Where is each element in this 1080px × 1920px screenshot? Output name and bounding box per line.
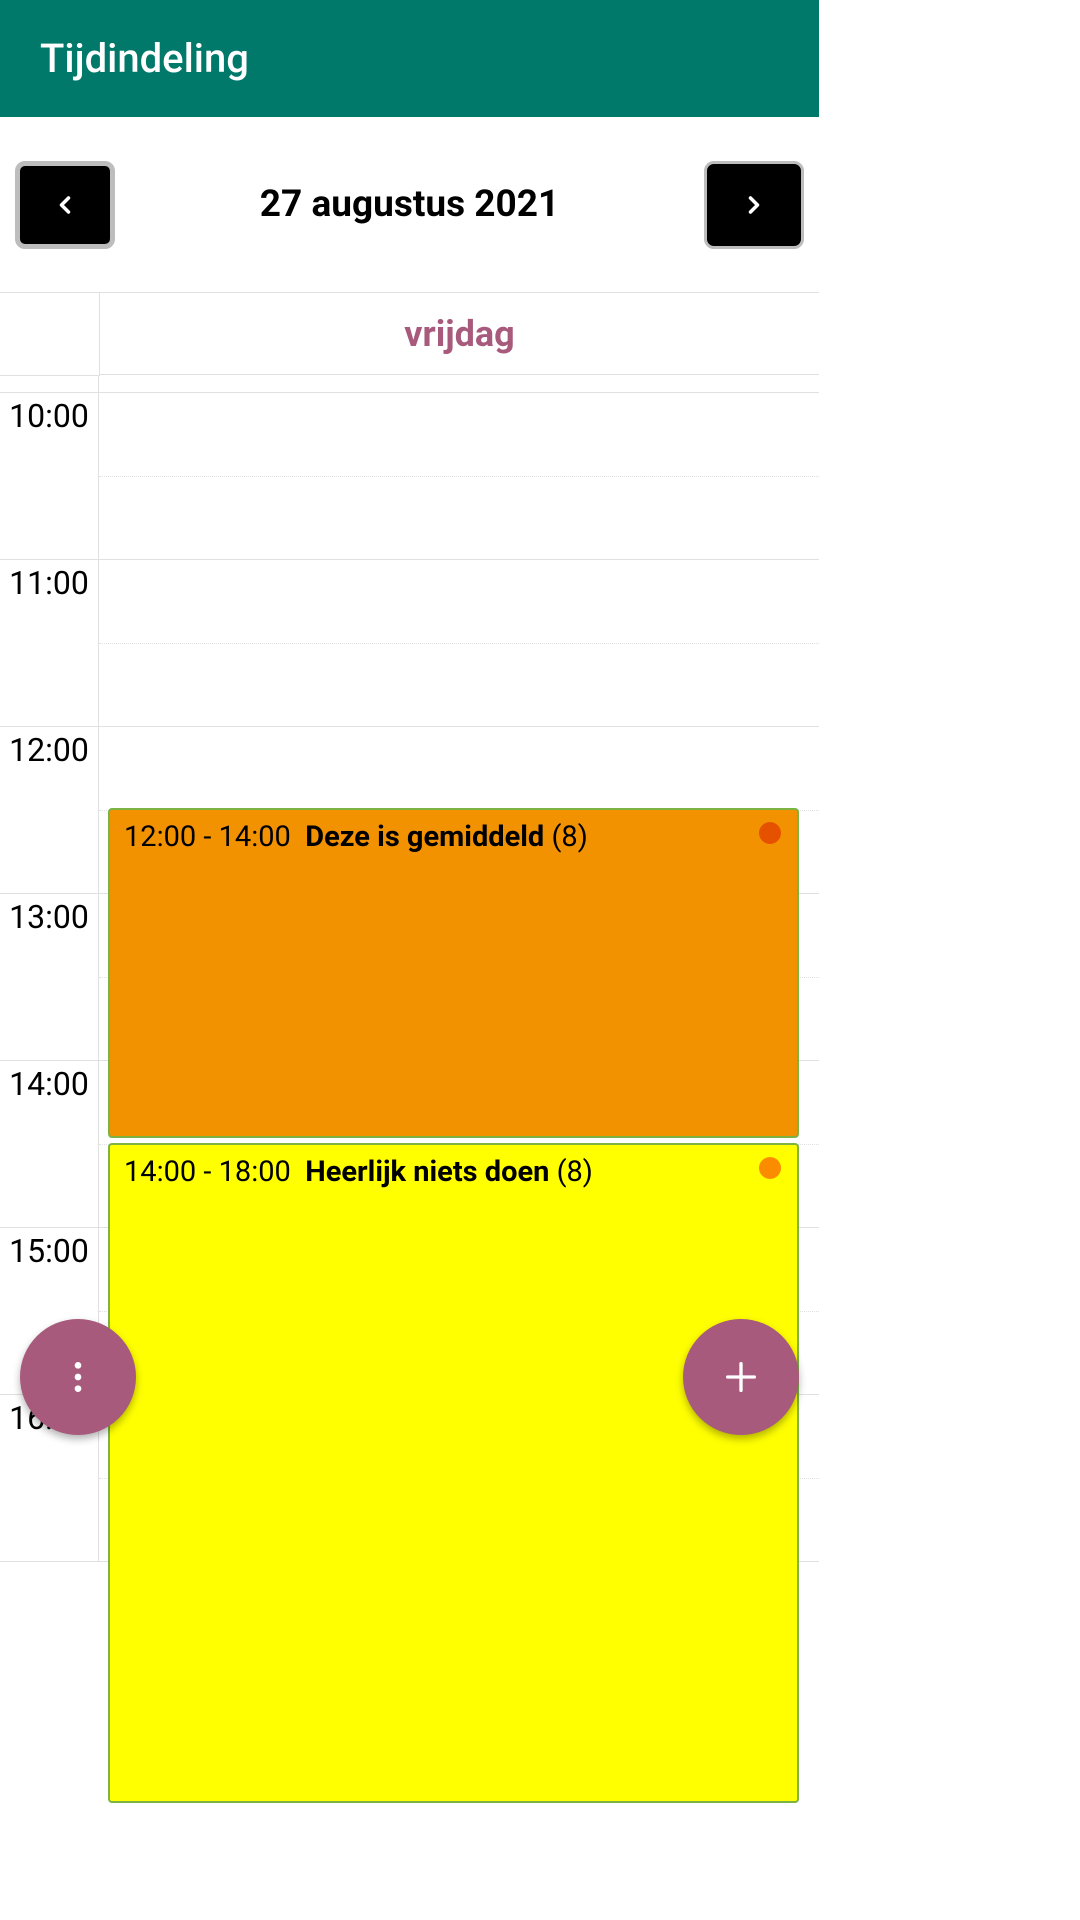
time-label: 12:00 [0, 727, 99, 894]
time-label: 11:00 [0, 560, 99, 727]
add-event-button[interactable] [683, 1319, 799, 1435]
time-slot[interactable] [99, 375, 819, 393]
previous-day-button[interactable] [15, 161, 115, 249]
time-label: 13:00 [0, 894, 99, 1061]
day-header: vrijdag [99, 293, 819, 375]
event-text: 12:00 - 14:00 Deze is gemiddeld (8) [124, 820, 783, 854]
chevron-left-icon [51, 191, 79, 219]
more-vertical-icon [58, 1357, 98, 1397]
time-row-partial [0, 375, 819, 393]
app-header: Tijdindeling [0, 0, 819, 117]
day-name: vrijdag [404, 313, 514, 355]
chevron-right-icon [740, 191, 768, 219]
event-time-range: 12:00 - 14:00 [124, 820, 291, 854]
time-label: 10:00 [0, 393, 99, 560]
time-label: 14:00 [0, 1061, 99, 1228]
time-label-empty [0, 375, 99, 393]
event-count: (8) [551, 820, 587, 854]
event-count: (8) [557, 1155, 593, 1189]
more-options-button[interactable] [20, 1319, 136, 1435]
next-day-button[interactable] [704, 161, 804, 249]
event-time-range: 14:00 - 18:00 [124, 1155, 291, 1189]
date-navigation: 27 augustus 2021 [0, 117, 819, 292]
event-title: Deze is gemiddeld [305, 820, 544, 854]
event-block[interactable]: 12:00 - 14:00 Deze is gemiddeld (8) [108, 808, 799, 1138]
current-date: 27 augustus 2021 [260, 183, 559, 226]
event-text: 14:00 - 18:00 Heerlijk niets doen (8) [124, 1155, 783, 1189]
status-dot-icon [759, 1157, 781, 1179]
page-title: Tijdindeling [40, 35, 249, 82]
status-dot-icon [759, 822, 781, 844]
event-title: Heerlijk niets doen [305, 1155, 549, 1189]
plus-icon [721, 1357, 761, 1397]
event-block[interactable]: 14:00 - 18:00 Heerlijk niets doen (8) [108, 1143, 799, 1803]
